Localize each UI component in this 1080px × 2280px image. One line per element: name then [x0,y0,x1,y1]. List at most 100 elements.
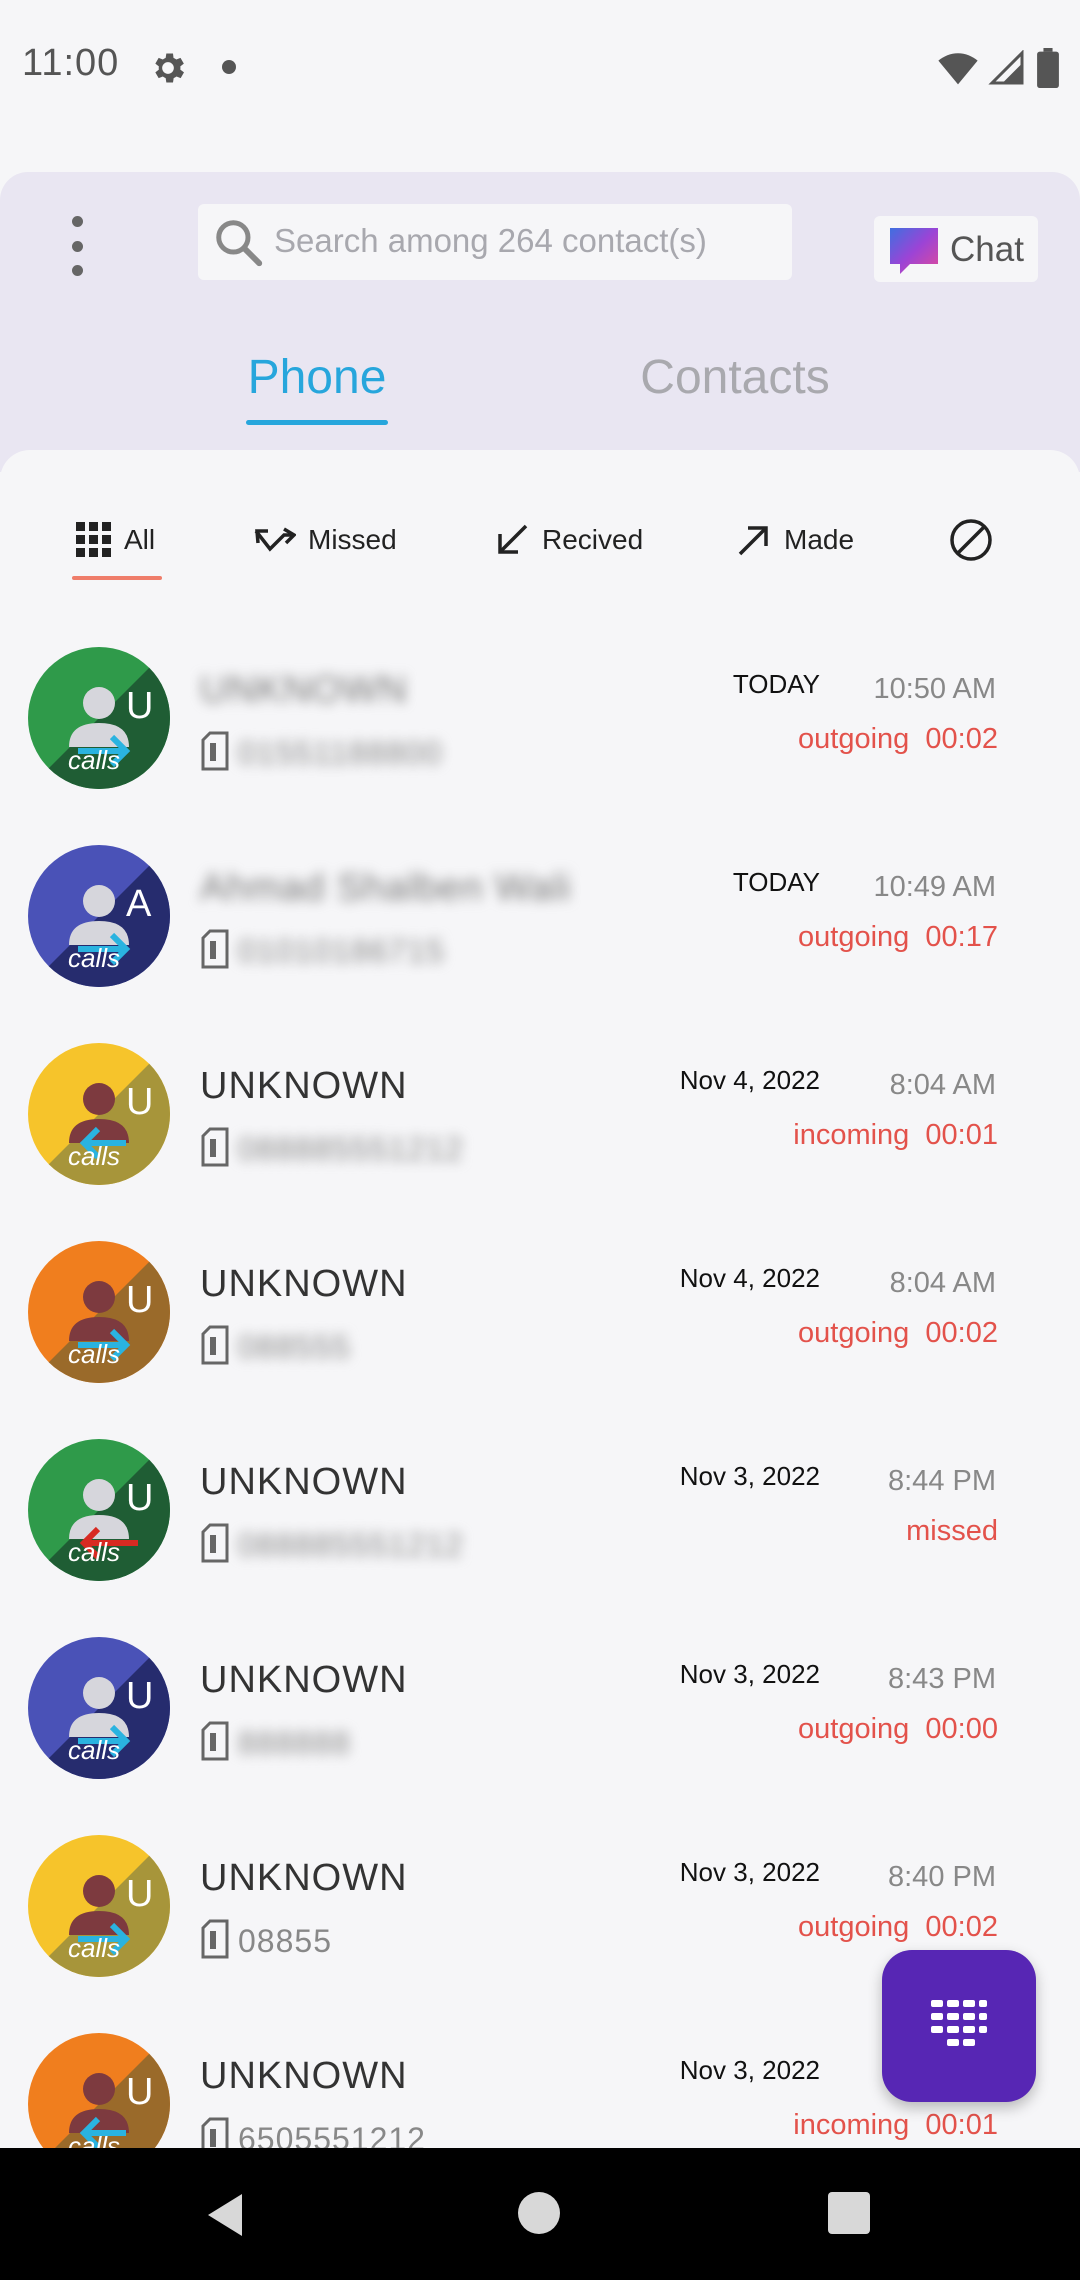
phone-number: 01010186715 [238,933,445,969]
call-status: outgoing 00:02 [798,1317,998,1349]
call-status: incoming 00:01 [793,1119,998,1151]
chat-button[interactable]: Chat [874,216,1038,282]
back-icon[interactable] [204,2192,244,2238]
system-nav-bar [0,2148,1080,2280]
made-arrow-icon [738,526,768,556]
call-date: TODAY [732,669,820,699]
app-header: Search among 264 contact(s) Chat Phone C… [0,172,1080,472]
contact-name: UNKNOWN [200,1461,408,1503]
chat-label: Chat [950,230,1024,269]
active-tab-indicator [246,420,388,425]
home-icon[interactable] [518,2192,560,2234]
avatar-calls-label: calls [68,1933,121,1963]
contact-avatar[interactable]: U calls [28,647,170,789]
sim-card-icon [201,1325,229,1365]
phone-number: 088885551212 [238,1527,464,1563]
dialpad-button[interactable] [882,1950,1036,2102]
filter-all-label: All [124,524,156,555]
contact-avatar[interactable]: U calls [28,1637,170,1779]
sim-card-icon [201,1127,229,1167]
call-log-row[interactable]: U calls UNKNOWN 088885551212 Nov 4, 2022… [0,1043,1080,1241]
filter-missed-label: Missed [308,524,397,555]
avatar-calls-label: calls [68,943,121,973]
contact-name: UNKNOWN [200,1263,408,1305]
contact-name: Ahmad Shalben Wali [200,867,572,909]
avatar-letter: U [126,1081,154,1123]
notification-dot-icon [222,60,236,74]
gear-icon [155,53,184,83]
status-icons [938,48,1060,88]
avatar-letter: U [126,1279,154,1321]
active-filter-indicator [72,576,162,580]
call-log-row[interactable]: A calls Ahmad Shalben Wali 01010186715 T… [0,845,1080,1043]
call-log-row[interactable]: U calls UNKNOWN 01551188800 TODAY 10:50 … [0,647,1080,845]
recents-icon[interactable] [828,2192,870,2234]
tab-contacts[interactable]: Contacts [620,350,850,405]
overflow-menu-icon[interactable] [60,216,94,276]
contact-avatar[interactable]: U calls [28,1043,170,1185]
call-status: outgoing 00:00 [798,1713,998,1745]
contact-avatar[interactable]: A calls [28,845,170,987]
call-time: 10:49 AM [873,871,996,903]
tab-phone[interactable]: Phone [246,350,388,405]
search-placeholder: Search among 264 contact(s) [274,222,707,259]
signal-icon [988,50,1024,85]
call-log-panel: All Missed Recived Made U calls UNKNOWN … [0,450,1080,2150]
call-log-row[interactable]: U calls UNKNOWN 088555 Nov 4, 2022 8:04 … [0,1241,1080,1439]
call-date: Nov 3, 2022 [679,2055,820,2085]
contact-name: UNKNOWN [200,2055,408,2097]
call-log-row[interactable]: U calls UNKNOWN 088885551212 Nov 3, 2022… [0,1439,1080,1637]
contact-name: UNKNOWN [200,669,408,711]
avatar-letter: U [126,685,154,727]
call-time: 10:50 AM [873,673,996,705]
call-time: 8:43 PM [888,1663,996,1695]
call-date: Nov 4, 2022 [679,1263,820,1293]
avatar-letter: A [126,883,152,925]
call-time: 8:04 AM [889,1267,996,1299]
sim-card-icon [201,929,229,969]
call-time: 8:44 PM [888,1465,996,1497]
contact-name: UNKNOWN [200,1659,408,1701]
search-icon [216,220,263,267]
avatar-letter: U [126,1873,154,1915]
call-status: outgoing 00:02 [798,1911,998,1943]
filter-all[interactable]: All [76,510,155,570]
call-date: Nov 3, 2022 [679,1461,820,1491]
filter-made[interactable]: Made [736,510,854,570]
call-date: Nov 4, 2022 [679,1065,820,1095]
call-time: 8:40 PM [888,1861,996,1893]
avatar-letter: U [126,2071,154,2113]
wifi-icon [938,53,978,85]
received-arrow-icon [498,524,528,554]
filter-blocked[interactable] [948,510,994,570]
contact-name: UNKNOWN [200,1857,408,1899]
avatar-calls-label: calls [68,745,121,775]
call-log-row[interactable]: U calls UNKNOWN 888888 Nov 3, 2022 8:43 … [0,1637,1080,1835]
phone-number: 088555 [238,1329,351,1365]
contact-avatar[interactable]: U calls [28,1241,170,1383]
contact-avatar[interactable]: U calls [28,1835,170,1977]
chat-bubble-icon [890,228,938,274]
avatar-calls-label: calls [68,1735,121,1765]
contact-avatar[interactable]: U calls [28,1439,170,1581]
missed-call-arrow-icon [254,527,296,552]
filter-received-label: Recived [542,524,644,555]
contact-avatar[interactable]: U calls [28,2033,170,2150]
sim-card-icon [201,1721,229,1761]
battery-icon [1037,48,1059,88]
sim-card-icon [201,731,229,771]
phone-number: 888888 [238,1725,351,1761]
blocked-icon [950,519,992,561]
avatar-calls-label: calls [68,1141,121,1171]
call-status: incoming 00:01 [793,2109,998,2141]
filter-missed[interactable]: Missed [254,510,397,570]
avatar-letter: U [126,1477,154,1519]
phone-number: 088885551212 [238,1131,464,1167]
call-status: outgoing 00:02 [798,723,998,755]
sim-card-icon [201,1523,229,1563]
call-status: outgoing 00:17 [798,921,998,953]
search-input[interactable]: Search among 264 contact(s) [198,204,792,280]
call-status: missed [906,1515,998,1547]
phone-number: 01551188800 [238,735,443,771]
filter-received[interactable]: Recived [494,510,643,570]
